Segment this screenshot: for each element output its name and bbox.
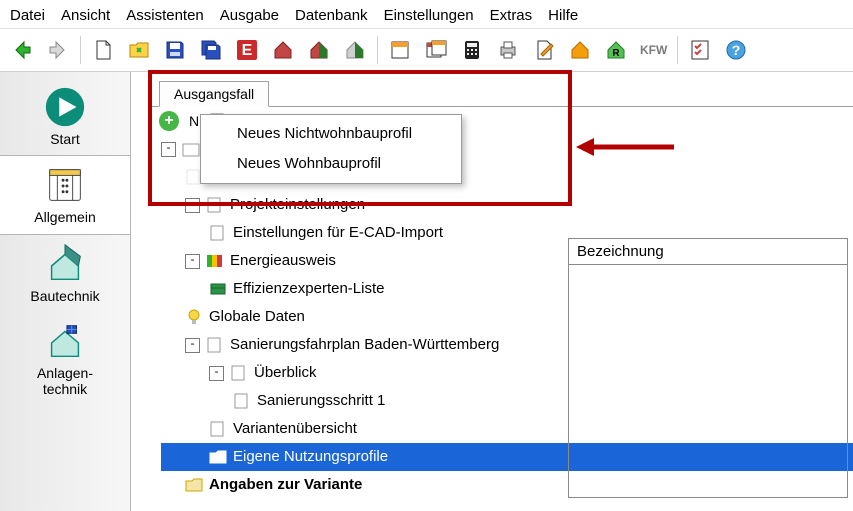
panel-2-icon[interactable] [420,34,452,66]
expander-icon[interactable]: - [161,142,176,157]
toolbar: E R KFW ? [0,29,853,72]
details-panel: Bezeichnung [568,238,848,498]
menu-ansicht[interactable]: Ansicht [61,7,110,24]
context-menu: Neues Nichtwohnbauprofil Neues Wohnbaupr… [200,114,462,184]
sidebar: Start Allgemein Bautechnik Anlagen- tech… [0,72,131,511]
menu-hilfe[interactable]: Hilfe [548,7,578,24]
menu-datei[interactable]: Datei [10,7,45,24]
tree-label: Effizienzexperten-Liste [233,275,384,303]
expander-icon[interactable]: - [185,254,200,269]
bulb-icon [185,308,203,326]
house-r-icon[interactable]: R [600,34,632,66]
tree-label: Energieausweis [230,247,336,275]
tab-strip: Ausgangsfall [151,72,853,107]
kfw-button[interactable]: KFW [636,34,671,66]
svg-text:E: E [242,42,253,59]
menu-einstellungen[interactable]: Einstellungen [384,7,474,24]
page-icon [233,392,251,410]
sidebar-item-bautechnik[interactable]: Bautechnik [0,235,130,312]
tree-label: Eigene Nutzungsprofile [233,443,388,471]
expander-icon[interactable]: - [185,198,200,213]
sidebar-label-allgemein: Allgemein [0,210,130,225]
svg-text:?: ? [732,42,741,58]
open-folder-button[interactable] [123,34,155,66]
tree-label: Sanierungsfahrplan Baden-Württemberg [230,331,499,359]
tree-label: Variantenübersicht [233,415,357,443]
tree-label: Einstellungen für E-CAD-Import [233,219,443,247]
sidebar-item-anlagentechnik[interactable]: Anlagen- technik [0,312,130,405]
energy-color-icon [206,252,224,270]
book-icon [42,162,88,208]
expander-icon[interactable]: - [185,338,200,353]
menu-item-nichtwohnbau[interactable]: Neues Nichtwohnbauprofil [201,119,461,149]
menu-item-wohnbau[interactable]: Neues Wohnbauprofil [201,149,461,179]
page-icon [230,364,248,382]
menu-extras[interactable]: Extras [490,7,533,24]
folder-icon [182,140,200,158]
page-icon [206,336,224,354]
tree-label: Überblick [254,359,317,387]
tree-label: Sanierungsschritt 1 [257,387,385,415]
save-button[interactable] [159,34,191,66]
calculator-icon[interactable] [456,34,488,66]
menubar: Datei Ansicht Assistenten Ausgabe Datenb… [0,0,853,29]
e-button[interactable]: E [231,34,263,66]
house-orange-icon[interactable] [564,34,596,66]
details-panel-header: Bezeichnung [569,239,847,265]
sidebar-item-start[interactable]: Start [0,78,130,155]
annotation-arrow [576,132,676,162]
tree-label: Projekteinstellungen [230,191,365,219]
folder-open-icon [209,448,227,466]
checklist-icon[interactable] [684,34,716,66]
tree-label: Angaben zur Variante [209,471,362,499]
svg-text:R: R [612,48,620,59]
page-icon [206,196,224,214]
tab-ausgangsfall[interactable]: Ausgangsfall [159,81,269,107]
save-all-button[interactable] [195,34,227,66]
play-icon [42,84,88,130]
printer-icon[interactable] [492,34,524,66]
menu-assistenten[interactable]: Assistenten [126,7,204,24]
sidebar-label-start: Start [0,132,130,147]
house-grey-icon[interactable] [339,34,371,66]
sidebar-label-anlagentechnik: Anlagen- technik [0,366,130,397]
expander-icon[interactable]: - [209,366,224,381]
tree-node-projekteinst[interactable]: - Projekteinstellungen [161,191,853,219]
page-icon [209,224,227,242]
back-button[interactable] [6,34,38,66]
panel-1-icon[interactable] [384,34,416,66]
add-icon[interactable]: + [159,111,179,131]
sidebar-label-bautechnik: Bautechnik [0,289,130,304]
page-icon [209,420,227,438]
menu-datenbank[interactable]: Datenbank [295,7,368,24]
book-green-icon [209,280,227,298]
edit-doc-icon[interactable] [528,34,560,66]
help-icon[interactable]: ? [720,34,752,66]
new-doc-button[interactable] [87,34,119,66]
tree-label: Globale Daten [209,303,305,331]
menu-ausgabe[interactable]: Ausgabe [220,7,279,24]
house-red-icon[interactable] [267,34,299,66]
sidebar-item-allgemein[interactable]: Allgemein [0,155,130,234]
house-3d-icon [42,241,88,287]
house-solar-icon [42,318,88,364]
new-something-label: N [189,113,199,129]
folder-icon [185,476,203,494]
forward-button[interactable] [42,34,74,66]
house-split-icon[interactable] [303,34,335,66]
